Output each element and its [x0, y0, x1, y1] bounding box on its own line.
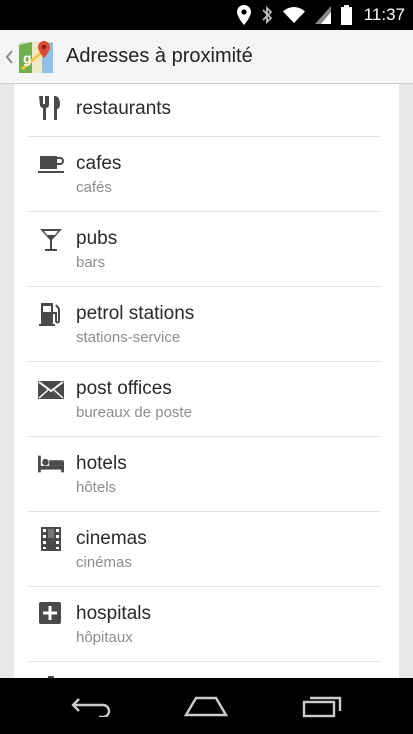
coffee-cup-icon: [38, 156, 64, 173]
cocktail-glass-icon: [40, 229, 62, 251]
list-item-hospitals[interactable]: hospitals hôpitaux: [28, 587, 381, 662]
place-sublabel: cafés: [76, 179, 112, 196]
fuel-pump-icon: [39, 303, 60, 326]
place-label: petrol stations: [76, 303, 195, 324]
home-icon: [184, 696, 228, 717]
list-item-cafes[interactable]: cafes cafés: [28, 137, 381, 212]
back-button[interactable]: [52, 678, 132, 734]
svg-text:g: g: [23, 50, 32, 66]
recent-apps-button[interactable]: [282, 678, 362, 734]
battery-icon: [340, 5, 352, 25]
places-list: restaurants cafes cafés pubs bars petrol…: [0, 84, 413, 678]
place-sublabel: hôtels: [76, 479, 117, 496]
wifi-icon: [282, 7, 305, 23]
list-item-hotels[interactable]: hotels hôtels: [28, 437, 381, 512]
list-item-pubs[interactable]: pubs bars: [28, 212, 381, 287]
place-sublabel: hôpitaux: [76, 629, 133, 646]
place-sublabel: cinémas: [76, 554, 132, 571]
signal-icon: [314, 6, 331, 24]
place-label: hospitals: [76, 603, 151, 624]
navigation-bar: [0, 678, 413, 734]
place-label: post offices: [76, 378, 172, 399]
place-label: hotels: [76, 453, 127, 474]
chevron-left-icon[interactable]: [2, 30, 16, 84]
place-label: cinemas: [76, 528, 147, 549]
list-item-restaurants[interactable]: restaurants: [28, 84, 381, 137]
place-sublabel: stations-service: [76, 329, 181, 346]
status-bar: 11:37: [0, 0, 413, 30]
list-item-partial[interactable]: [28, 662, 381, 678]
medical-cross-icon: [39, 602, 61, 624]
maps-logo-icon[interactable]: g: [18, 39, 54, 75]
location-icon: [236, 5, 251, 25]
place-label: pubs: [76, 228, 118, 249]
action-bar: g Adresses à proximité: [0, 30, 413, 84]
places-card: restaurants cafes cafés pubs bars petrol…: [14, 84, 399, 678]
fork-knife-icon: [39, 96, 60, 120]
list-item-petrol-stations[interactable]: petrol stations stations-service: [28, 287, 381, 362]
bluetooth-icon: [262, 5, 272, 25]
film-strip-icon: [41, 527, 61, 551]
place-sublabel: bars: [76, 254, 106, 271]
place-label: cafes: [76, 153, 122, 174]
envelope-icon: [38, 381, 64, 399]
back-icon: [71, 698, 111, 717]
recent-apps-icon: [302, 696, 342, 718]
home-button[interactable]: [166, 678, 246, 734]
list-item-cinemas[interactable]: cinemas cinémas: [28, 512, 381, 587]
list-item-post-offices[interactable]: post offices bureaux de poste: [28, 362, 381, 437]
bed-icon: [38, 455, 64, 473]
place-label: restaurants: [76, 98, 172, 119]
place-sublabel: bureaux de poste: [76, 404, 192, 421]
page-title: Adresses à proximité: [66, 45, 253, 67]
clock: 11:37: [363, 5, 405, 24]
